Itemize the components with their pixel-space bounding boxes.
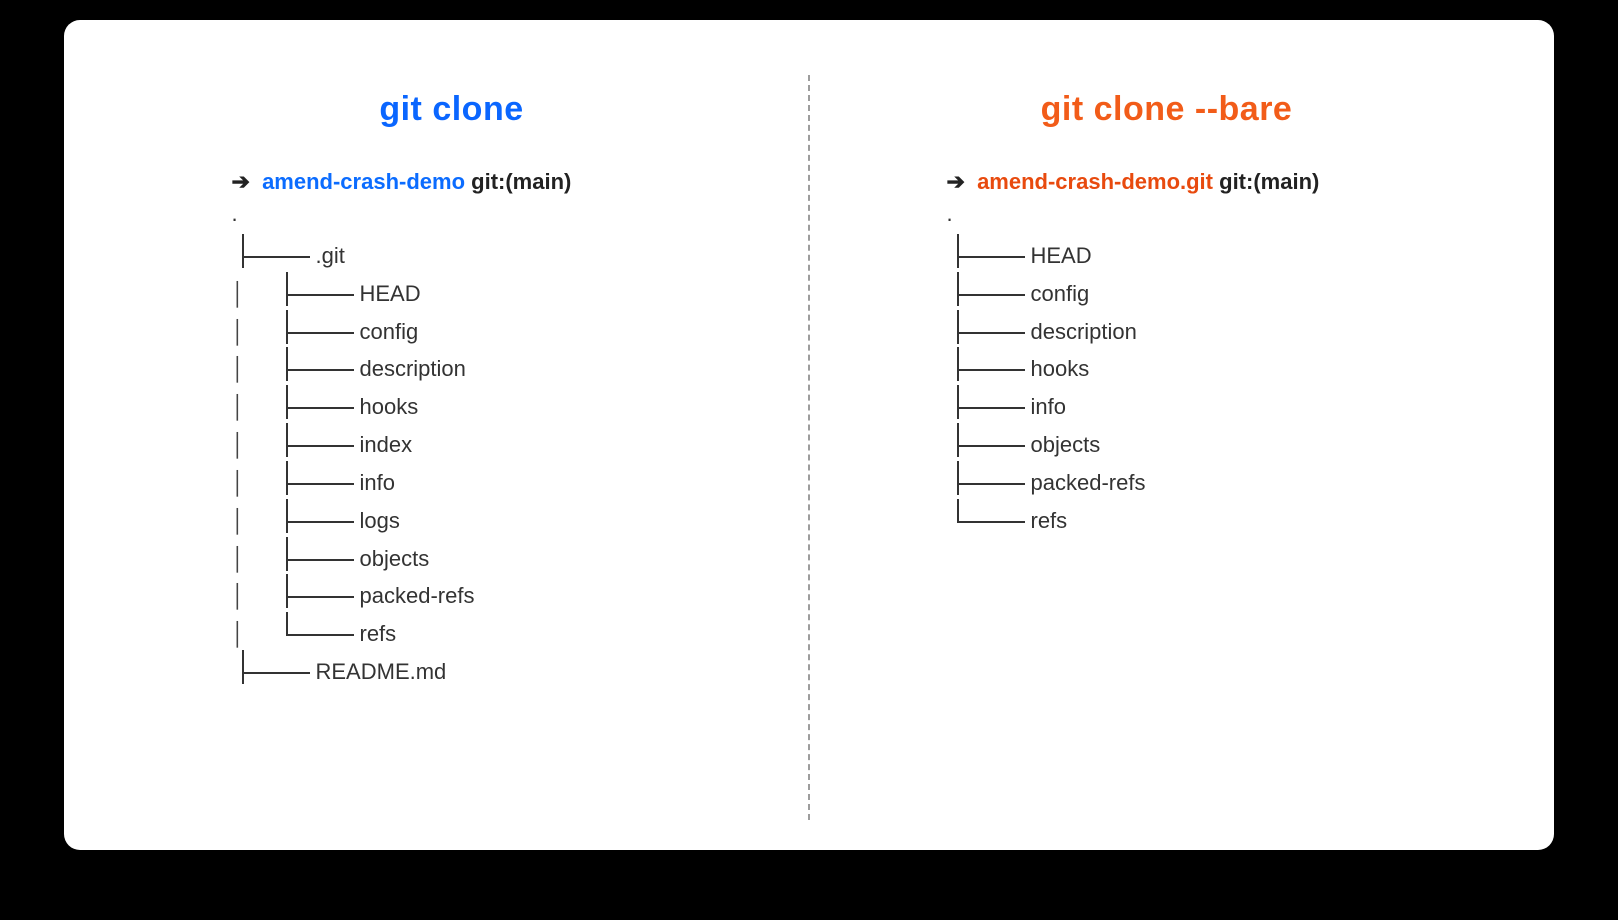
tree-row: │ logs bbox=[232, 502, 672, 540]
arrow-icon: ➔ bbox=[232, 169, 250, 195]
left-root-dot: . bbox=[232, 201, 672, 227]
tree-item-label: objects bbox=[360, 540, 430, 578]
right-terminal: ➔ amend-crash-demo.git git:(main) . HEAD… bbox=[947, 169, 1387, 540]
tree-item-label: description bbox=[1031, 313, 1137, 351]
tree-pipe: │ bbox=[232, 275, 276, 313]
tree-item-label: info bbox=[360, 464, 395, 502]
tree-row: │ hooks bbox=[232, 388, 672, 426]
tree-row: README.md bbox=[232, 653, 672, 691]
tree-row: │ refs bbox=[232, 615, 672, 653]
tree-pipe: │ bbox=[232, 426, 276, 464]
tree-item-label: hooks bbox=[360, 388, 419, 426]
tree-branch-tee-icon bbox=[947, 472, 1031, 494]
tree-pipe: │ bbox=[232, 464, 276, 502]
right-git-suffix: git:(main) bbox=[1219, 169, 1319, 194]
tree-item-label: refs bbox=[1031, 502, 1068, 540]
tree-row: config bbox=[947, 275, 1387, 313]
tree-branch-tee-icon bbox=[276, 434, 360, 456]
tree-item-label: config bbox=[1031, 275, 1090, 313]
tree-item-label: index bbox=[360, 426, 413, 464]
right-column: git clone --bare ➔ amend-crash-demo.git … bbox=[809, 60, 1524, 810]
tree-branch-tee-icon bbox=[947, 283, 1031, 305]
left-repo-name: amend-crash-demo bbox=[262, 169, 465, 194]
left-git-suffix: git:(main) bbox=[471, 169, 571, 194]
tree-row: │ config bbox=[232, 313, 672, 351]
tree-branch-tee-icon bbox=[947, 245, 1031, 267]
tree-row: refs bbox=[947, 502, 1387, 540]
tree-item-label: packed-refs bbox=[360, 577, 475, 615]
tree-pipe: │ bbox=[232, 313, 276, 351]
tree-branch-tee-icon bbox=[276, 358, 360, 380]
tree-item-label: .git bbox=[316, 237, 345, 275]
tree-row: HEAD bbox=[947, 237, 1387, 275]
left-column: git clone ➔ amend-crash-demo git:(main) … bbox=[94, 60, 809, 810]
tree-branch-tee-icon bbox=[947, 358, 1031, 380]
tree-row: hooks bbox=[947, 350, 1387, 388]
tree-item-label: description bbox=[360, 350, 466, 388]
tree-row: objects bbox=[947, 426, 1387, 464]
tree-pipe: │ bbox=[232, 388, 276, 426]
tree-item-label: HEAD bbox=[1031, 237, 1092, 275]
tree-row: │ packed-refs bbox=[232, 577, 672, 615]
tree-pipe: │ bbox=[232, 502, 276, 540]
tree-row: .git bbox=[232, 237, 672, 275]
tree-item-label: objects bbox=[1031, 426, 1101, 464]
tree-branch-tee-icon bbox=[947, 396, 1031, 418]
tree-item-label: HEAD bbox=[360, 275, 421, 313]
tree-branch-tee-icon bbox=[276, 548, 360, 570]
tree-branch-end-icon bbox=[947, 510, 1031, 532]
tree-item-label: logs bbox=[360, 502, 400, 540]
right-tree: HEADconfigdescriptionhooksinfoobjectspac… bbox=[947, 237, 1387, 540]
tree-branch-tee-icon bbox=[276, 396, 360, 418]
tree-pipe: │ bbox=[232, 577, 276, 615]
tree-item-label: hooks bbox=[1031, 350, 1090, 388]
left-terminal: ➔ amend-crash-demo git:(main) . .git │ HEA… bbox=[232, 169, 672, 691]
tree-row: │ description bbox=[232, 350, 672, 388]
tree-branch-tee-icon bbox=[276, 472, 360, 494]
left-title: git clone bbox=[379, 90, 523, 129]
tree-row: │ objects bbox=[232, 540, 672, 578]
comparison-card: git clone ➔ amend-crash-demo git:(main) … bbox=[64, 20, 1554, 850]
tree-branch-tee-icon bbox=[276, 585, 360, 607]
right-title: git clone --bare bbox=[1041, 90, 1293, 129]
right-repo-name: amend-crash-demo.git bbox=[977, 169, 1213, 194]
left-prompt: ➔ amend-crash-demo git:(main) bbox=[232, 169, 672, 195]
tree-branch-tee-icon bbox=[276, 283, 360, 305]
tree-pipe: │ bbox=[232, 540, 276, 578]
tree-branch-end-icon bbox=[276, 623, 360, 645]
tree-item-label: info bbox=[1031, 388, 1066, 426]
tree-pipe: │ bbox=[232, 615, 276, 653]
arrow-icon: ➔ bbox=[947, 169, 965, 195]
tree-branch-tee-icon bbox=[232, 245, 316, 267]
left-tree: .git │ HEAD │ config │ description │ hooks │ index… bbox=[232, 237, 672, 691]
right-prompt: ➔ amend-crash-demo.git git:(main) bbox=[947, 169, 1387, 195]
tree-item-label: README.md bbox=[316, 653, 447, 691]
tree-branch-tee-icon bbox=[276, 510, 360, 532]
tree-branch-tee-icon bbox=[947, 434, 1031, 456]
tree-row: │ HEAD bbox=[232, 275, 672, 313]
right-root-dot: . bbox=[947, 201, 1387, 227]
tree-branch-tee-icon bbox=[232, 661, 316, 683]
tree-pipe: │ bbox=[232, 350, 276, 388]
tree-item-label: refs bbox=[360, 615, 397, 653]
tree-item-label: config bbox=[360, 313, 419, 351]
tree-row: │ info bbox=[232, 464, 672, 502]
tree-row: description bbox=[947, 313, 1387, 351]
tree-branch-tee-icon bbox=[276, 321, 360, 343]
tree-row: packed-refs bbox=[947, 464, 1387, 502]
tree-item-label: packed-refs bbox=[1031, 464, 1146, 502]
vertical-divider bbox=[808, 75, 810, 820]
tree-row: info bbox=[947, 388, 1387, 426]
tree-row: │ index bbox=[232, 426, 672, 464]
tree-branch-tee-icon bbox=[947, 321, 1031, 343]
